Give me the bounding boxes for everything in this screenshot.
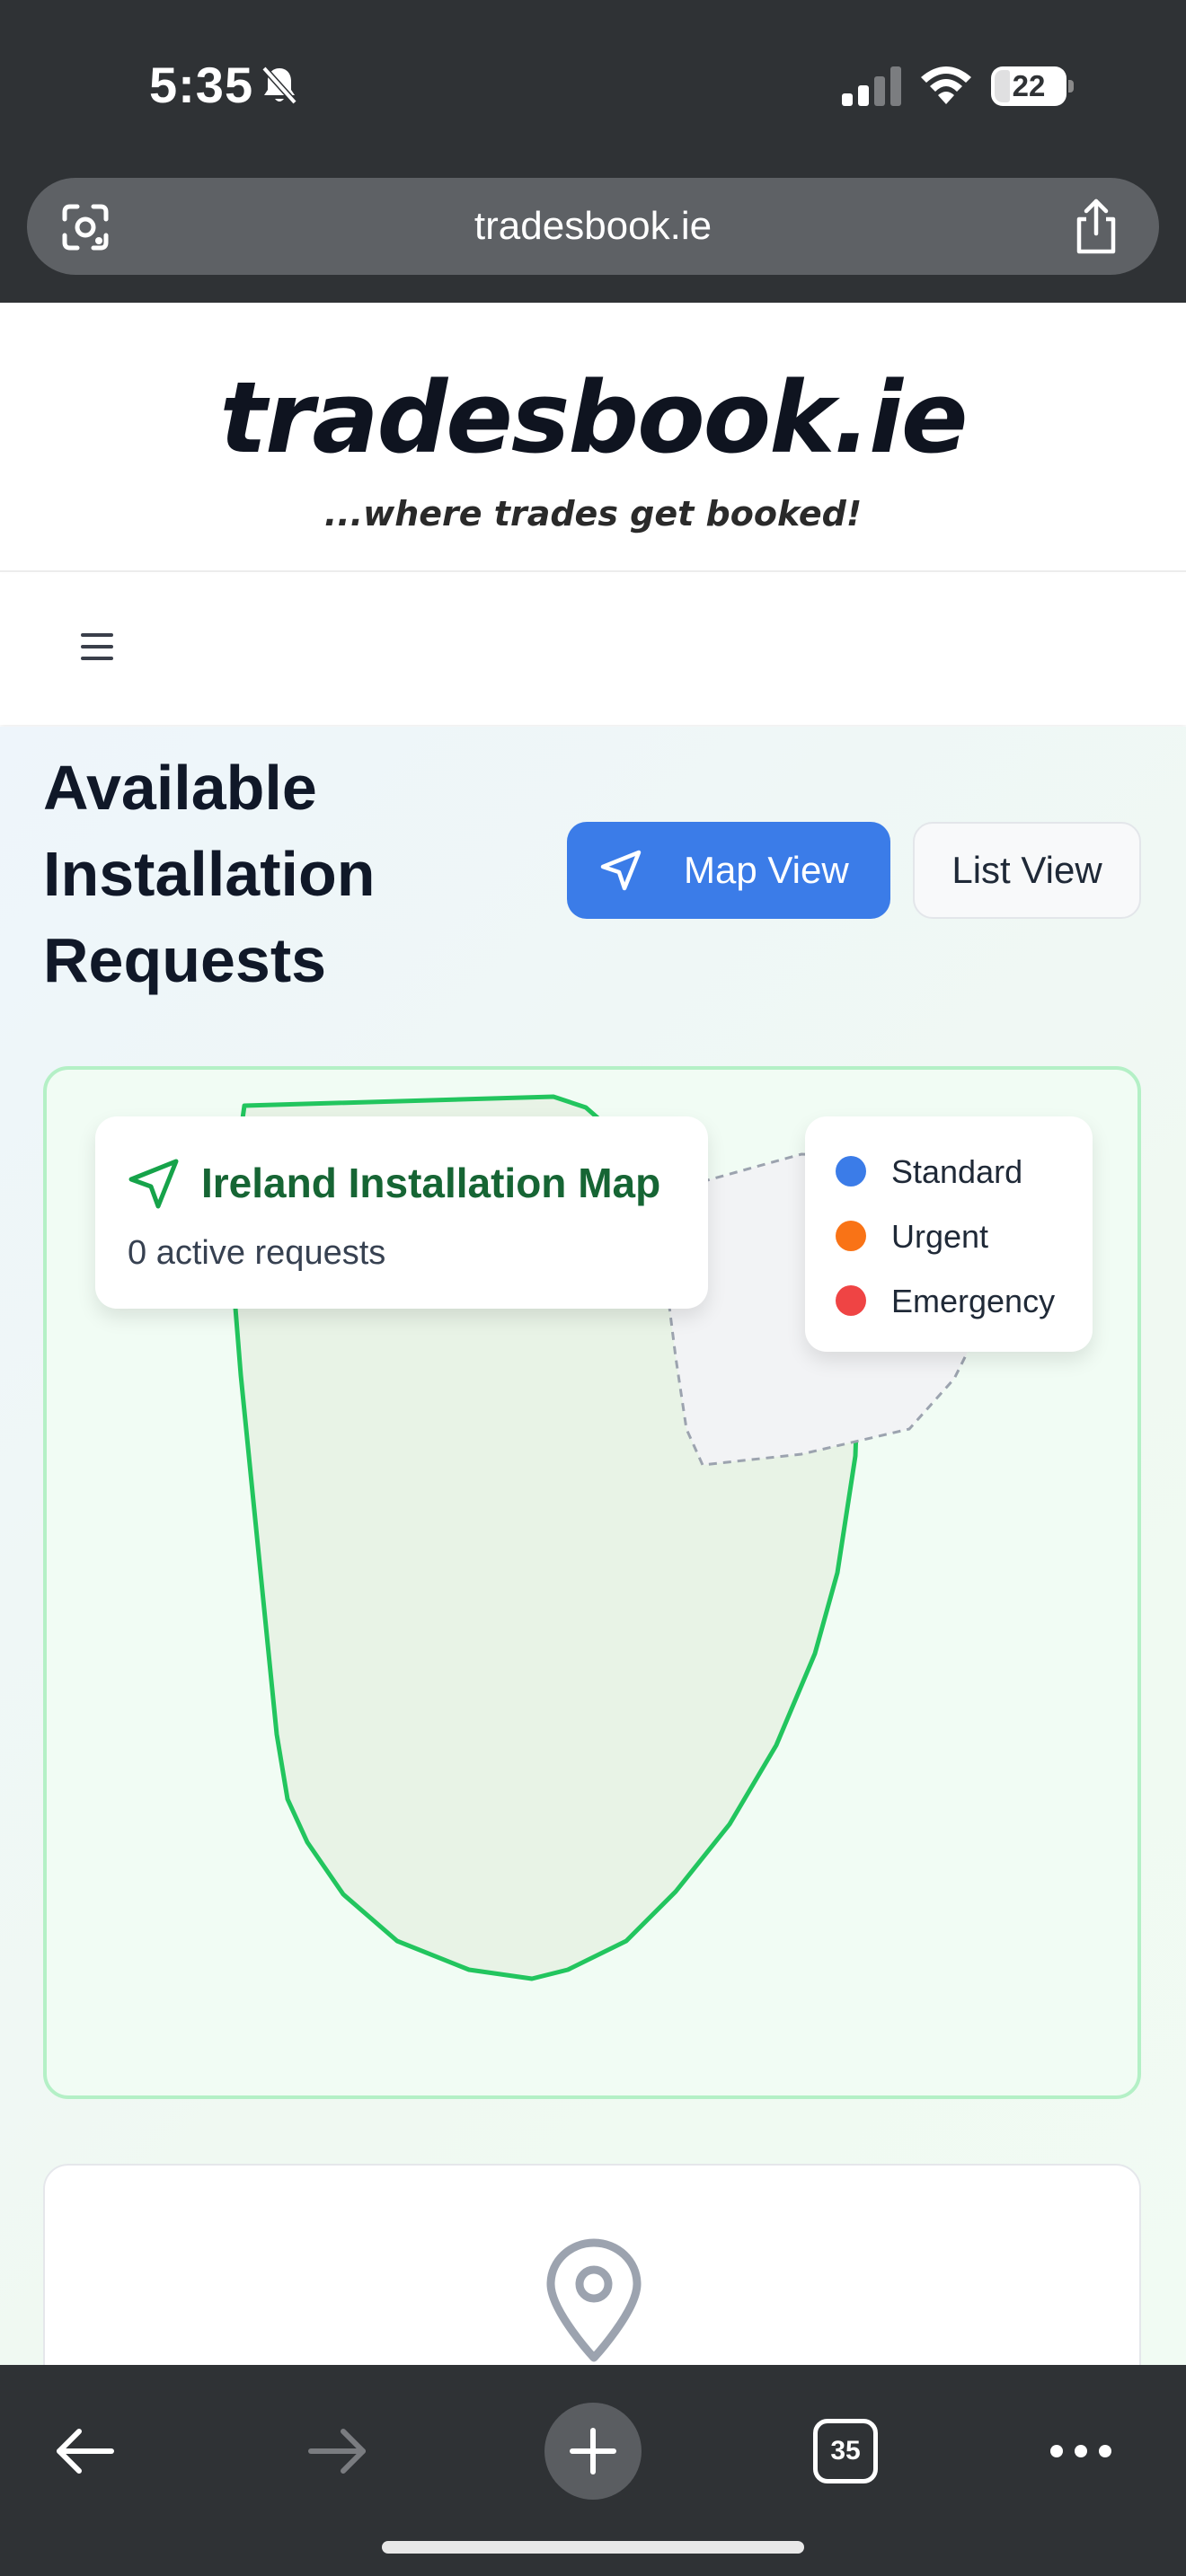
battery-level: 22: [1012, 69, 1046, 102]
map-title: Ireland Installation Map: [201, 1160, 661, 1206]
page-title: Available Installation Requests: [43, 753, 376, 995]
forward-arrow-icon[interactable]: [305, 2419, 370, 2483]
navigation-arrow-icon: [128, 1159, 179, 1209]
navigation-arrow-icon: [600, 850, 642, 891]
list-view-label: List View: [951, 849, 1102, 891]
tab-count-icon[interactable]: 35: [813, 2419, 878, 2483]
site-tagline: ...where trades get booked!: [323, 494, 863, 534]
map-legend: Standard Urgent Emergency: [805, 1116, 1093, 1352]
emergency-dot: [836, 1285, 866, 1316]
address-url[interactable]: tradesbook.ie: [162, 203, 1024, 250]
legend-label: Standard: [891, 1153, 1023, 1190]
bell-slash-icon: [261, 66, 297, 105]
back-arrow-icon[interactable]: [52, 2419, 117, 2483]
new-tab-button[interactable]: [544, 2403, 642, 2500]
legend-label: Emergency: [891, 1283, 1056, 1319]
status-time: 5:35: [149, 57, 254, 113]
urgent-dot: [836, 1221, 866, 1251]
google-lens-icon[interactable]: [59, 201, 111, 253]
map-pin-icon: [546, 2238, 642, 2362]
hamburger-icon[interactable]: [77, 633, 117, 666]
browser-top-chrome: 5:35 22 tradesbook.ie: [0, 0, 1186, 303]
home-indicator[interactable]: [382, 2541, 804, 2554]
main-content: Available Installation Requests Map View…: [0, 727, 1186, 2365]
site-header: tradesbook.ie ...where trades get booked…: [0, 303, 1186, 572]
legend-label: Urgent: [891, 1218, 989, 1255]
plus-icon: [570, 2428, 616, 2475]
nav-bar: [0, 574, 1186, 725]
map-view-button[interactable]: Map View: [567, 822, 890, 919]
list-view-button[interactable]: List View: [913, 822, 1141, 919]
ireland-map[interactable]: Ireland Installation Map 0 active reques…: [43, 1066, 1141, 2099]
standard-dot: [836, 1156, 866, 1187]
cellular-signal-icon: [842, 66, 901, 106]
battery-icon: 22: [991, 66, 1074, 106]
map-view-label: Map View: [684, 849, 849, 891]
site-logo[interactable]: tradesbook.ie: [0, 364, 1186, 472]
active-requests-count: 0 active requests: [128, 1234, 386, 1272]
wifi-icon: [921, 66, 971, 104]
share-icon[interactable]: [1070, 198, 1122, 255]
empty-state-card: [43, 2164, 1141, 2365]
more-icon[interactable]: [1048, 2440, 1114, 2462]
map-info-panel: Ireland Installation Map 0 active reques…: [95, 1116, 708, 1309]
browser-bottom-bar: 35: [0, 2365, 1186, 2576]
address-bar[interactable]: tradesbook.ie: [27, 178, 1159, 275]
